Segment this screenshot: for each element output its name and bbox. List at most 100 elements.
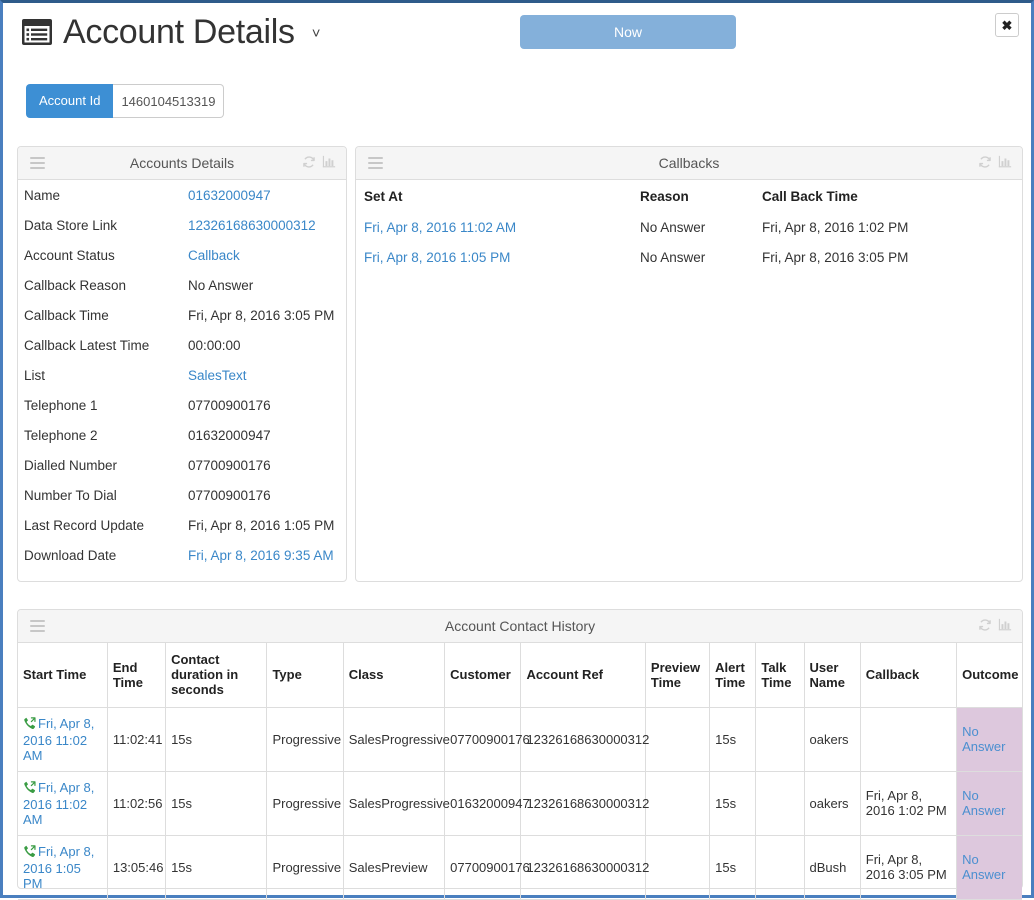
callbacks-panel: Callbacks Set At Reason Call Back Time F…: [355, 146, 1023, 582]
accounts-details-panel: Accounts Details Name 01632000947 Data S…: [17, 146, 347, 582]
callbacks-table: Set At Reason Call Back Time Fri, Apr 8,…: [356, 180, 1022, 272]
cell-set-at[interactable]: Fri, Apr 8, 2016 11:02 AM: [356, 212, 634, 242]
cell-outcome[interactable]: No Answer: [956, 706, 1022, 772]
contact-history-header-row: Start Time End Time Contact duration in …: [18, 643, 1022, 708]
cell-customer[interactable]: 01632000947: [444, 770, 530, 836]
detail-value[interactable]: 01632000947: [188, 188, 271, 203]
detail-value[interactable]: Callback: [188, 248, 240, 263]
refresh-icon[interactable]: [978, 618, 992, 635]
cell-start-time[interactable]: Fri, Apr 8, 2016 11:02 AM: [18, 706, 108, 772]
detail-value[interactable]: SalesText: [188, 368, 247, 383]
cell-customer[interactable]: 07700900176: [444, 834, 530, 900]
bar-chart-icon[interactable]: [998, 618, 1012, 635]
hamburger-icon[interactable]: [30, 620, 45, 635]
cell-end-time: 13:05:46: [106, 834, 167, 900]
cell-alert-time: 15s: [709, 706, 757, 772]
accounts-details-panel-tools: [302, 155, 336, 172]
page-title: Account Details: [63, 13, 295, 51]
column-header-customer: Customer: [444, 643, 522, 708]
cell-type[interactable]: Progressive: [266, 834, 344, 900]
cell-call-back-time: Fri, Apr 8, 2016 1:02 PM: [762, 219, 909, 235]
cell-user-name[interactable]: dBush: [803, 834, 861, 900]
cell-start-time[interactable]: Fri, Apr 8, 2016 1:05 PM: [18, 834, 108, 900]
table-row: Fri, Apr 8, 2016 1:05 PM No Answer Fri, …: [356, 242, 1022, 272]
cell-callback: Fri, Apr 8, 2016 1:02 PM: [859, 770, 958, 836]
detail-key: Download Date: [24, 547, 117, 563]
detail-row: Last Record Update Fri, Apr 8, 2016 1:05 …: [18, 510, 346, 540]
account-id-input[interactable]: [113, 84, 225, 118]
cell-type[interactable]: Progressive: [266, 770, 344, 836]
detail-row: Callback Latest Time 00:00:00: [18, 330, 346, 360]
detail-key: Telephone 1: [24, 397, 98, 413]
callbacks-panel-tools: [978, 155, 1012, 172]
cell-outcome-label[interactable]: No Answer: [962, 852, 1005, 882]
detail-row: List SalesText: [18, 360, 346, 390]
detail-value[interactable]: Fri, Apr 8, 2016 9:35 AM: [188, 548, 334, 563]
callbacks-header-row: Set At Reason Call Back Time: [356, 180, 1022, 212]
detail-row: Telephone 2 01632000947: [18, 420, 346, 450]
cell-type[interactable]: Progressive: [266, 706, 344, 772]
cell-outcome[interactable]: No Answer: [956, 770, 1022, 836]
close-icon[interactable]: ✖: [995, 13, 1019, 37]
cell-user-name[interactable]: oakers: [803, 770, 861, 836]
cell-outcome-label[interactable]: No Answer: [962, 788, 1005, 818]
title-dropdown-caret[interactable]: ˅: [312, 25, 321, 42]
column-header-call-back-time: Call Back Time: [762, 188, 858, 204]
cell-customer[interactable]: 07700900176: [444, 706, 530, 772]
detail-value: 07700900176: [188, 397, 271, 413]
cell-outcome[interactable]: No Answer: [956, 834, 1022, 900]
detail-key: Telephone 2: [24, 427, 98, 443]
list-alt-icon: [22, 19, 52, 45]
cell-class[interactable]: SalesProgressive: [342, 706, 450, 772]
cell-user-name[interactable]: oakers: [803, 706, 861, 772]
column-header-talk-time: Talk Time: [755, 643, 805, 708]
detail-key: Dialled Number: [24, 457, 118, 473]
column-header-set-at: Set At: [364, 188, 403, 204]
column-header-outcome: Outcome: [956, 643, 1022, 708]
detail-value[interactable]: 12326168630000312: [188, 218, 316, 233]
cell-start-time[interactable]: Fri, Apr 8, 2016 11:02 AM: [18, 770, 108, 836]
callbacks-panel-title: Callbacks: [658, 155, 720, 171]
refresh-icon[interactable]: [302, 155, 316, 172]
bar-chart-icon[interactable]: [998, 155, 1012, 172]
cell-preview-time: [644, 770, 711, 836]
outgoing-call-icon: [23, 780, 36, 797]
callbacks-panel-header: Callbacks: [356, 147, 1022, 180]
detail-key: Data Store Link: [24, 217, 118, 233]
refresh-icon[interactable]: [978, 155, 992, 172]
cell-class[interactable]: SalesProgressive: [342, 770, 450, 836]
detail-value: 07700900176: [188, 457, 271, 473]
detail-value: 01632000947: [188, 427, 271, 443]
cell-call-back-time: Fri, Apr 8, 2016 3:05 PM: [762, 249, 909, 265]
cell-duration: 15s: [165, 706, 268, 772]
cell-talk-time: [755, 834, 805, 900]
column-header-contact-duration: Contact duration in seconds: [165, 643, 268, 708]
detail-row: Name 01632000947: [18, 180, 346, 210]
cell-duration: 15s: [165, 770, 268, 836]
detail-row: Download Date Fri, Apr 8, 2016 9:35 AM: [18, 540, 346, 570]
hamburger-icon[interactable]: [30, 157, 45, 172]
column-header-start-time: Start Time: [18, 643, 108, 708]
column-header-preview-time: Preview Time: [644, 643, 711, 708]
page-title-group: Account Details ˅: [22, 15, 321, 49]
column-header-account-ref: Account Ref: [520, 643, 646, 708]
detail-key: Last Record Update: [24, 517, 145, 533]
window-toolbar: Account Details ˅ Now ✖: [3, 3, 1031, 71]
accounts-details-panel-title: Accounts Details: [129, 155, 235, 171]
detail-row: Telephone 1 07700900176: [18, 390, 346, 420]
column-header-alert-time: Alert Time: [709, 643, 757, 708]
cell-reason: No Answer: [640, 219, 706, 235]
cell-set-at[interactable]: Fri, Apr 8, 2016 1:05 PM: [356, 242, 634, 272]
cell-account-ref: 12326168630000312: [520, 706, 649, 772]
cell-alert-time: 15s: [709, 770, 757, 836]
cell-outcome-label[interactable]: No Answer: [962, 724, 1005, 754]
cell-reason: No Answer: [640, 249, 706, 265]
account-details-window: Account Details ˅ Now ✖ Account Id Accou…: [0, 0, 1034, 900]
cell-class[interactable]: SalesPreview: [342, 834, 446, 900]
cell-end-time: 11:02:56: [106, 770, 167, 836]
now-button[interactable]: Now: [520, 15, 736, 49]
contact-history-panel-header: Account Contact History: [18, 610, 1022, 643]
detail-key: Callback Reason: [24, 277, 127, 293]
hamburger-icon[interactable]: [368, 157, 383, 172]
bar-chart-icon[interactable]: [322, 155, 336, 172]
